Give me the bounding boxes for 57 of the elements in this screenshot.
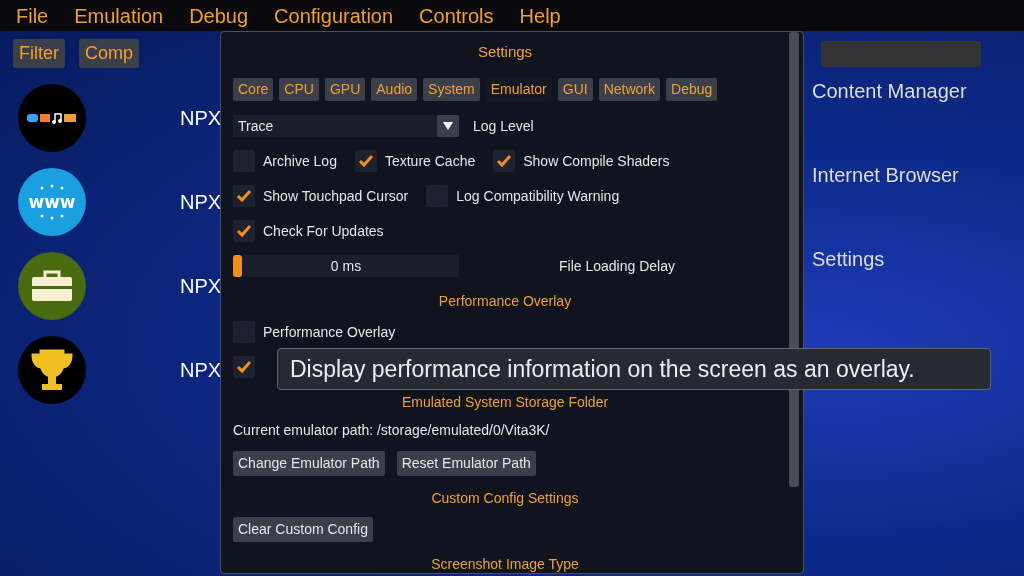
app-name[interactable]: Content Manager	[812, 76, 967, 106]
slider-value: 0 ms	[330, 256, 362, 276]
slider-track[interactable]: 0 ms	[233, 255, 459, 277]
section-heading: Performance Overlay	[438, 291, 572, 311]
path-text: Current emulator path: /storage/emulated/0/Vita3K/	[233, 421, 550, 440]
section-heading: Screenshot Image Type	[431, 554, 579, 573]
tab[interactable]: Debug	[666, 77, 718, 101]
checkbox-label: Check For Updates	[263, 221, 384, 241]
trophy-icon	[29, 347, 75, 393]
tab[interactable]: Network	[598, 77, 661, 101]
tab[interactable]: CPU	[279, 77, 319, 101]
search-field[interactable]	[821, 40, 981, 67]
slider-thumb[interactable]	[233, 255, 242, 277]
menu-item[interactable]: Controls	[419, 0, 494, 31]
checkbox-label: Texture Cache	[384, 151, 476, 171]
tab[interactable]: GPU	[324, 77, 366, 101]
title-id: NPX	[180, 358, 220, 383]
checkbox[interactable]	[493, 150, 516, 172]
action-button[interactable]: Clear Custom Config	[233, 516, 373, 542]
header-button[interactable]: Comp	[79, 39, 139, 68]
menu-item[interactable]: Emulation	[74, 0, 164, 31]
app-name[interactable]: Settings	[812, 244, 885, 274]
title-id: NPX	[180, 190, 220, 215]
checkbox-label: Show Compile Shaders	[523, 151, 670, 171]
caret-icon	[437, 115, 459, 137]
toolbox-icon	[30, 269, 74, 303]
tab[interactable]: Core	[233, 77, 274, 101]
tooltip: Display performance information on the screen as an overlay.	[277, 348, 991, 390]
checkbox-label: Show Touchpad Cursor	[263, 186, 409, 206]
field-label: Log Level	[473, 116, 534, 136]
app-name[interactable]: Internet Browser	[812, 160, 959, 190]
title-id: NPX	[180, 106, 220, 131]
section-heading: Custom Config Settings	[431, 488, 579, 508]
title-id: NPX	[180, 274, 220, 299]
action-button[interactable]: Reset Emulator Path	[396, 450, 536, 476]
checkbox[interactable]	[233, 220, 255, 242]
field-label: File Loading Delay	[559, 256, 675, 276]
menu-item[interactable]: Debug	[189, 0, 249, 31]
checkbox-label: Log Compatibility Warning	[456, 186, 620, 206]
checkbox-label: Performance Overlay	[263, 322, 396, 342]
tab[interactable]: Emulator	[485, 77, 552, 101]
window-title: Settings	[476, 42, 534, 62]
tab[interactable]: GUI	[557, 77, 593, 101]
media-icons-icon	[26, 111, 78, 125]
tab[interactable]: System	[423, 77, 480, 101]
checkbox-label: Archive Log	[263, 151, 337, 171]
checkbox[interactable]	[354, 150, 377, 172]
header-button[interactable]: Filter	[13, 39, 65, 68]
checkbox[interactable]	[233, 185, 255, 207]
action-button[interactable]: Change Emulator Path	[233, 450, 385, 476]
menu-item[interactable]: Configuration	[274, 0, 394, 31]
menu-item[interactable]: File	[16, 0, 49, 31]
menu-item[interactable]: Help	[519, 0, 561, 31]
tab[interactable]: Audio	[371, 77, 418, 101]
log-level-dropdown[interactable]: Trace	[233, 115, 459, 137]
section-heading: Emulated System Storage Folder	[401, 392, 609, 412]
checkbox[interactable]	[233, 356, 255, 378]
